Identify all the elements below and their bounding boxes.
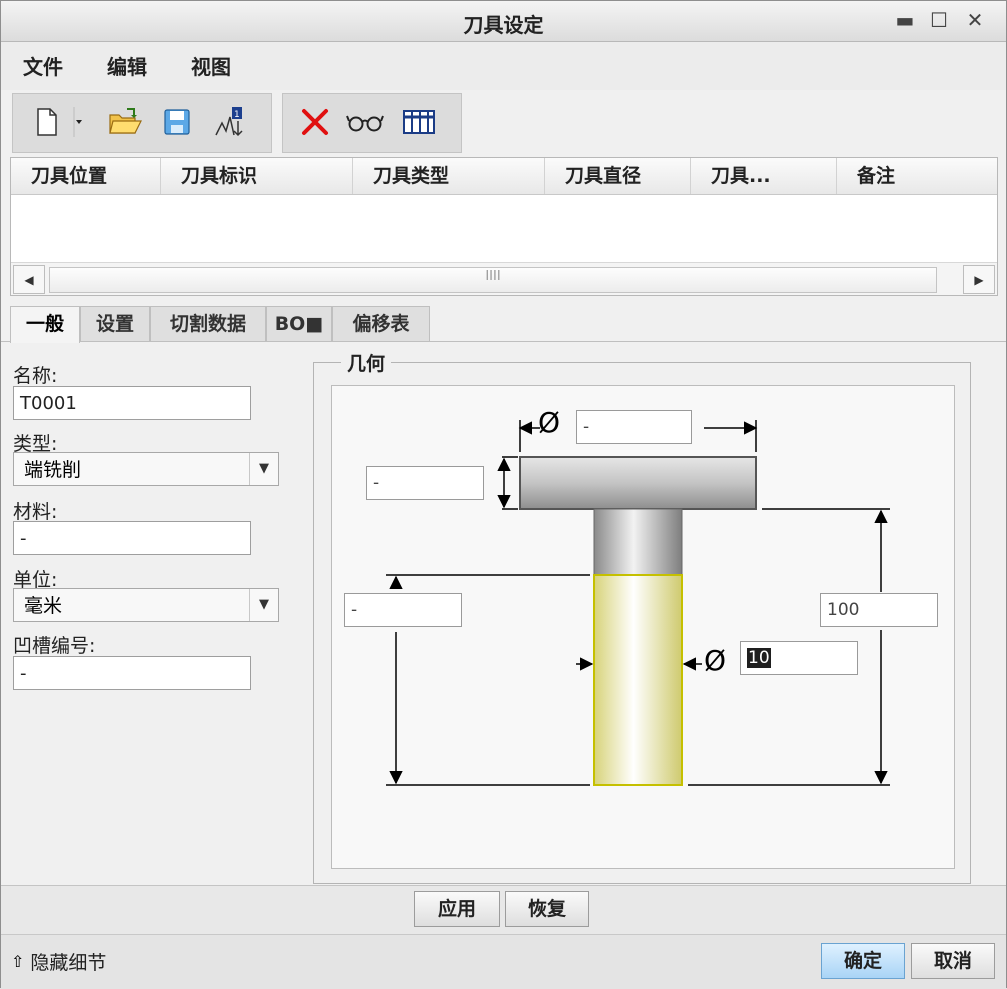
scroll-right-icon[interactable]: ▶ [963,265,995,294]
columns-icon[interactable] [399,102,439,142]
minimize-icon[interactable]: ▬ [893,7,917,33]
chevron-down-icon: ▼ [249,589,278,621]
scroll-thumb[interactable]: IIII [49,267,937,293]
menu-file[interactable]: 文件 [23,51,63,80]
title-bar: 刀具设定 ▬ ☐ ✕ [1,1,1006,42]
hide-details-label: 隐藏细节 [30,952,107,974]
arrow-up-icon: ⇧ [11,952,25,971]
geometry-group-label: 几何 [341,349,392,376]
tool-shank [593,508,683,576]
tool-table: 刀具位置 刀具标识 刀具类型 刀具直径 刀具... 备注 ◀ IIII ▶ [10,157,998,296]
tool-drawing [386,420,890,786]
column-header-truncated[interactable]: 刀具... [691,158,837,194]
type-select[interactable]: 端铣削 ▼ [13,452,279,486]
apply-button[interactable]: 应用 [414,891,500,927]
column-header-diameter[interactable]: 刀具直径 [545,158,691,194]
name-label: 名称: [13,365,58,387]
hide-details-toggle[interactable]: ⇧ 隐藏细节 [11,948,106,975]
cutter-diameter-selected-text: 10 [747,648,771,668]
table-horizontal-scrollbar[interactable]: ◀ IIII ▶ [11,262,997,295]
dialog-footer: ⇧ 隐藏细节 确定 取消 [1,934,1006,989]
save-icon[interactable] [157,102,197,142]
diameter-symbol-cutter: Ø [704,644,727,677]
material-label: 材料: [13,501,58,523]
menu-bar: 文件 编辑 视图 [1,42,1006,90]
column-header-type[interactable]: 刀具类型 [353,158,545,194]
cancel-button[interactable]: 取消 [911,943,995,979]
tool-setup-window: 刀具设定 ▬ ☐ ✕ 文件 编辑 视图 1 刀具位置 刀具标识 刀具类型 刀具直… [0,0,1007,989]
ok-button[interactable]: 确定 [821,943,905,979]
column-header-notes[interactable]: 备注 [837,158,997,194]
delete-icon[interactable] [295,102,335,142]
tab-cutting-data[interactable]: 切割数据 [150,306,266,341]
restore-button[interactable]: 恢复 [505,891,589,927]
tool-flute [593,574,683,786]
column-header-position[interactable]: 刀具位置 [11,158,161,194]
tab-general[interactable]: 一般 [10,306,80,343]
tab-settings[interactable]: 设置 [80,306,150,341]
scroll-left-icon[interactable]: ◀ [13,265,45,294]
type-select-value: 端铣削 [24,459,82,481]
new-icon[interactable] [27,102,67,142]
unit-select[interactable]: 毫米 ▼ [13,588,279,622]
head-diameter-field[interactable]: - [576,410,692,444]
window-title: 刀具设定 [463,13,544,37]
menu-edit[interactable]: 编辑 [107,51,147,80]
tab-divider [1,341,1006,342]
glasses-icon[interactable] [345,102,385,142]
menu-view[interactable]: 视图 [191,51,231,80]
diameter-symbol-head: Ø [538,406,561,439]
scroll-grip: IIII [485,269,501,284]
geometry-canvas: Ø Ø - - - 100 10 [331,385,955,869]
svg-text:1: 1 [234,110,240,120]
tab-bom[interactable]: BO■ [266,306,332,341]
open-folder-icon[interactable] [105,102,145,142]
name-field[interactable]: T0001 [13,386,251,420]
total-length-field[interactable]: 100 [820,593,938,627]
groove-number-label: 凹槽编号: [13,635,96,657]
head-height-field[interactable]: - [366,466,484,500]
cutter-diameter-field[interactable]: 10 [740,641,858,675]
maximize-icon[interactable]: ☐ [927,7,951,33]
close-icon[interactable]: ✕ [963,7,987,33]
new-dropdown-icon[interactable] [69,102,89,142]
chevron-down-icon: ▼ [249,453,278,485]
shank-length-field[interactable]: - [344,593,462,627]
apply-bar: 应用 恢复 [1,885,1006,934]
tab-offset-table[interactable]: 偏移表 [332,306,430,341]
unit-select-value: 毫米 [24,595,63,617]
toolbar-edit [282,93,462,153]
toolbar-file: 1 [12,93,272,153]
groove-number-field[interactable]: - [13,656,251,690]
material-field[interactable]: - [13,521,251,555]
tool-head [519,456,757,510]
tool-list-icon[interactable]: 1 [209,102,249,142]
column-header-id[interactable]: 刀具标识 [161,158,353,194]
table-header: 刀具位置 刀具标识 刀具类型 刀具直径 刀具... 备注 [11,158,997,195]
